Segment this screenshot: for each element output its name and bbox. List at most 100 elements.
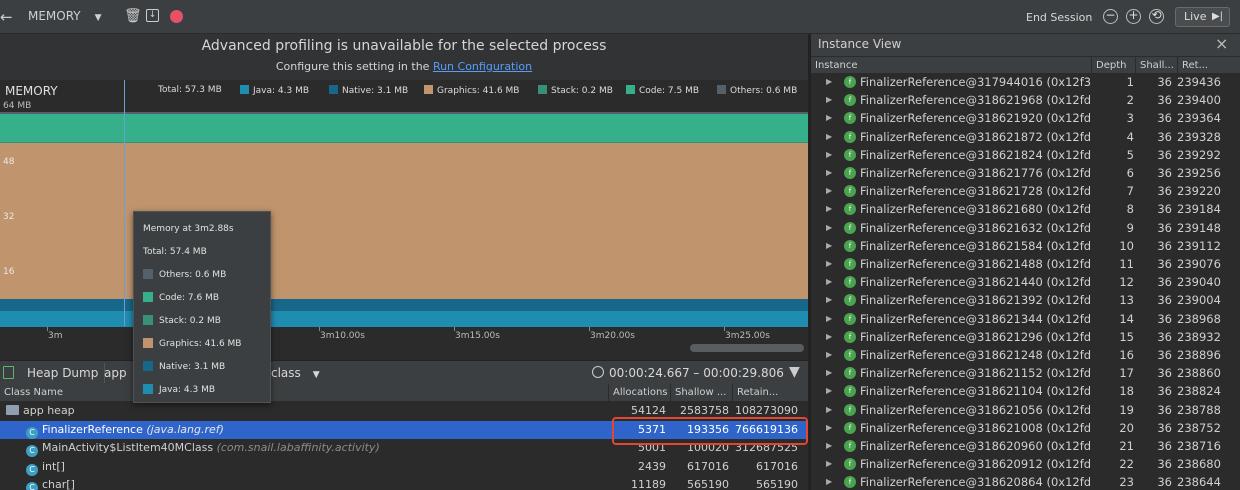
col-allocations[interactable]: Allocations: [608, 384, 670, 402]
instance-row[interactable]: ▶ f FinalizerReference@318621728 (0x12fdc 7…: [811, 182, 1240, 200]
expand-arrow-icon[interactable]: ▶: [826, 219, 832, 237]
col-instance[interactable]: Instance: [811, 57, 1091, 74]
x-tick-label: 3m10.00s: [320, 331, 365, 341]
trash-icon[interactable]: 🗑: [124, 8, 142, 24]
legend-graphics: Graphics: 41.6 MB: [424, 85, 519, 96]
expand-arrow-icon[interactable]: ▶: [826, 164, 832, 182]
field-icon: f: [844, 130, 856, 143]
x-tick-label: 3m25.00s: [725, 331, 770, 341]
instance-depth-cell: 15: [1119, 329, 1134, 344]
legend-graphics-label: Graphics: 41.6 MB: [437, 86, 520, 96]
back-arrow-icon[interactable]: ←: [0, 8, 13, 26]
expand-arrow-icon[interactable]: ▶: [826, 455, 832, 473]
expand-arrow-icon[interactable]: ▶: [826, 346, 832, 364]
col-class-name[interactable]: Class Name: [0, 384, 608, 402]
expand-arrow-icon[interactable]: ▶: [826, 255, 832, 273]
class-table-row[interactable]: Cint[] 2439 617016 617016: [0, 458, 808, 476]
expand-arrow-icon[interactable]: ▶: [826, 382, 832, 400]
tooltip-item: Others: 0.6 MB: [143, 269, 226, 280]
legend-stack-swatch: [538, 85, 547, 94]
folder-icon: [6, 405, 19, 415]
instance-row[interactable]: ▶ f FinalizerReference@318621344 (0x12fdc 1…: [811, 310, 1240, 328]
expand-arrow-icon[interactable]: ▶: [826, 401, 832, 419]
expand-arrow-icon[interactable]: ▶: [826, 310, 832, 328]
instance-name-cell: FinalizerReference@318621920 (0x12fdc: [860, 111, 1091, 126]
expand-arrow-icon[interactable]: ▶: [826, 182, 832, 200]
expand-arrow-icon[interactable]: ▶: [826, 237, 832, 255]
run-configuration-link[interactable]: Run Configuration: [433, 60, 532, 73]
expand-arrow-icon[interactable]: ▶: [826, 291, 832, 309]
instance-row[interactable]: ▶ f FinalizerReference@318621056 (0x12fdc 1…: [811, 401, 1240, 419]
instance-row[interactable]: ▶ f FinalizerReference@318621968 (0x12fdc 2…: [811, 91, 1240, 109]
profiler-dropdown[interactable]: MEMORY ▼: [28, 9, 102, 23]
instance-row[interactable]: ▶ f FinalizerReference@318621872 (0x12fdc 4…: [811, 128, 1240, 146]
instance-row[interactable]: ▶ f FinalizerReference@317944016 (0x12f370…: [811, 73, 1240, 91]
instance-row[interactable]: ▶ f FinalizerReference@318621680 (0x12fdc 8…: [811, 200, 1240, 218]
expand-arrow-icon[interactable]: ▶: [826, 200, 832, 218]
save-heap-icon[interactable]: ↓: [146, 9, 159, 22]
instance-row[interactable]: ▶ f FinalizerReference@318621632 (0x12fdc 9…: [811, 219, 1240, 237]
col-retained-size[interactable]: Retain...: [732, 384, 808, 402]
instance-row[interactable]: ▶ f FinalizerReference@318620864 (0x12fdc 2…: [811, 473, 1240, 490]
legend-native-swatch: [329, 85, 338, 94]
timeline-scrollbar[interactable]: [690, 344, 804, 352]
expand-arrow-icon[interactable]: ▶: [826, 273, 832, 291]
expand-arrow-icon[interactable]: ▶: [826, 109, 832, 127]
instance-row[interactable]: ▶ f FinalizerReference@318621248 (0x12fdc 1…: [811, 346, 1240, 364]
field-icon: f: [844, 312, 856, 325]
instance-row[interactable]: ▶ f FinalizerReference@318621152 (0x12fdc 1…: [811, 364, 1240, 382]
memory-chart[interactable]: MEMORY 64 MB Total: 57.3 MB Java: 4.3 MB…: [0, 80, 808, 354]
tooltip-item-label: Graphics: 41.6 MB: [159, 339, 242, 349]
class-name-text: app heap: [23, 404, 75, 417]
expand-arrow-icon[interactable]: ▶: [826, 419, 832, 437]
instance-row[interactable]: ▶ f FinalizerReference@318620960 (0x12fdc 2…: [811, 437, 1240, 455]
heap-select-dropdown[interactable]: app: [104, 363, 127, 383]
expand-arrow-icon[interactable]: ▶: [826, 146, 832, 164]
instance-name-cell: FinalizerReference@318621872 (0x12fdc: [860, 129, 1091, 144]
record-icon[interactable]: [170, 10, 183, 23]
instance-row[interactable]: ▶ f FinalizerReference@318621008 (0x12fdc 2…: [811, 419, 1240, 437]
instance-depth-cell: 1: [1126, 75, 1134, 89]
instance-row[interactable]: ▶ f FinalizerReference@318621488 (0x12fdc 1…: [811, 255, 1240, 273]
instance-shallow-cell: 36: [1157, 93, 1172, 108]
end-session-button[interactable]: End Session: [1026, 11, 1092, 24]
arrange-by-dropdown[interactable]: class ▼: [271, 363, 320, 385]
expand-arrow-icon[interactable]: ▶: [826, 91, 832, 109]
close-icon[interactable]: ×: [1215, 34, 1228, 53]
x-tick-label: 3m20.00s: [590, 331, 635, 341]
instance-row[interactable]: ▶ f FinalizerReference@318621392 (0x12fdc 1…: [811, 291, 1240, 309]
expand-arrow-icon[interactable]: ▶: [826, 128, 832, 146]
zoom-out-icon[interactable]: −: [1103, 9, 1118, 24]
expand-arrow-icon[interactable]: ▶: [826, 473, 832, 490]
instance-row[interactable]: ▶ f FinalizerReference@318621584 (0x12fdc 1…: [811, 237, 1240, 255]
col-shallow-size[interactable]: Shallow ...: [670, 384, 732, 402]
filter-icon[interactable]: ▼: [789, 364, 800, 380]
instance-row[interactable]: ▶ f FinalizerReference@318621440 (0x12fdc 1…: [811, 273, 1240, 291]
live-button[interactable]: Live ▶|: [1175, 7, 1230, 27]
banner-subtitle-text: Configure this setting in the: [275, 60, 430, 73]
expand-arrow-icon[interactable]: ▶: [826, 437, 832, 455]
chart-plot-area[interactable]: [0, 111, 808, 327]
class-name-cell: Cint[]: [26, 458, 65, 476]
instance-shallow-cell: 36: [1157, 475, 1172, 490]
col-shallow[interactable]: Shall...: [1135, 57, 1177, 74]
field-icon: f: [844, 167, 856, 179]
class-icon: C: [26, 445, 38, 457]
instance-row[interactable]: ▶ f FinalizerReference@318620912 (0x12fdc 2…: [811, 455, 1240, 473]
instance-row[interactable]: ▶ f FinalizerReference@318621296 (0x12fdc 1…: [811, 328, 1240, 346]
class-table-row[interactable]: Cchar[] 11189 565190 565190: [0, 476, 808, 490]
col-depth[interactable]: Depth: [1091, 57, 1135, 74]
expand-arrow-icon[interactable]: ▶: [826, 328, 832, 346]
export-heap-icon[interactable]: [3, 366, 14, 379]
reset-zoom-icon[interactable]: ⟲: [1149, 9, 1164, 24]
zoom-in-icon[interactable]: +: [1126, 9, 1141, 24]
instance-row[interactable]: ▶ f FinalizerReference@318621776 (0x12fdc 6…: [811, 164, 1240, 182]
instance-name-cell: FinalizerReference@318621440 (0x12fdc: [860, 275, 1091, 290]
col-retained[interactable]: Ret...: [1177, 57, 1240, 74]
expand-arrow-icon[interactable]: ▶: [826, 73, 832, 91]
instance-row[interactable]: ▶ f FinalizerReference@318621920 (0x12fdc 3…: [811, 109, 1240, 127]
instance-row[interactable]: ▶ f FinalizerReference@318621104 (0x12fdc 1…: [811, 382, 1240, 400]
expand-arrow-icon[interactable]: ▶: [826, 364, 832, 382]
instance-row[interactable]: ▶ f FinalizerReference@318621824 (0x12fdc 5…: [811, 146, 1240, 164]
series-band-graphics: [0, 142, 808, 300]
